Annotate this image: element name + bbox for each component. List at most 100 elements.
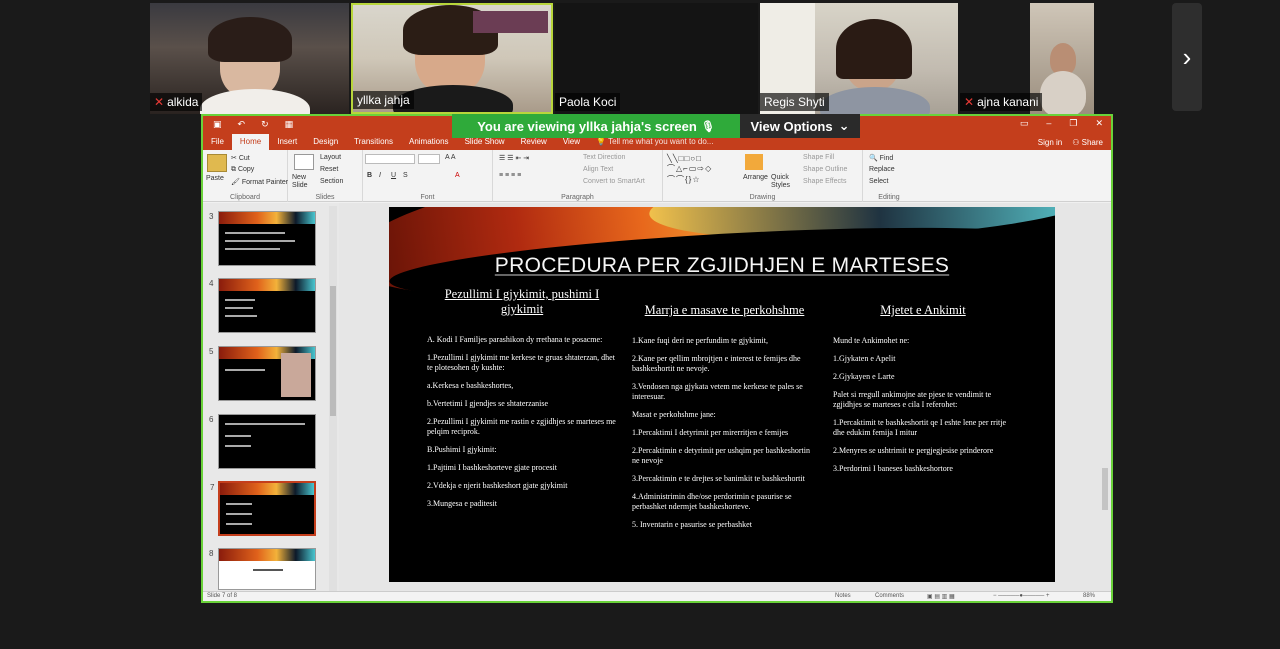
slide-thumbnail[interactable]: 6 — [209, 414, 316, 469]
new-slide-icon[interactable] — [294, 154, 314, 170]
current-slide[interactable]: PROCEDURA PER ZGJIDHJEN E MARTESES Pezul… — [389, 207, 1055, 582]
align-text-button[interactable]: Align Text — [583, 166, 613, 173]
participant-tile-ajna-kanani[interactable]: ✕ ajna kanani — [960, 3, 1094, 114]
tab-animations[interactable]: Animations — [401, 134, 457, 150]
slide-thumbnail[interactable]: 8 — [209, 548, 316, 590]
shape-fill-button[interactable]: Shape Fill — [803, 154, 834, 161]
thumbnails-scrollbar[interactable] — [329, 206, 337, 592]
thumb-line — [225, 369, 265, 371]
bullets-icon[interactable]: ☰ ☰ ⇤ ⇥ — [499, 154, 529, 162]
find-button[interactable]: 🔍 Find — [869, 154, 893, 162]
column-heading: Mjetet e Ankimit — [880, 303, 966, 317]
thumb-header — [220, 483, 314, 495]
list-item: 1.Kane fuqi deri ne perfundim te gjykimi… — [632, 336, 768, 345]
participant-tile-paola-koci[interactable]: Paola Koci — [555, 3, 758, 114]
quick-styles-button[interactable]: Quick Styles — [771, 174, 795, 190]
tab-insert[interactable]: Insert — [269, 134, 305, 150]
shape-outline-button[interactable]: Shape Outline — [803, 166, 847, 173]
tab-home[interactable]: Home — [231, 134, 270, 150]
layout-button[interactable]: Layout — [320, 154, 341, 161]
slide-thumbnail-selected[interactable]: 7 — [210, 481, 316, 536]
cut-button[interactable]: ✂ Cut — [231, 154, 250, 162]
restore-icon[interactable]: ❐ — [1069, 118, 1077, 129]
ribbon-display-icon[interactable]: ▭ — [1020, 118, 1029, 129]
close-icon[interactable]: ✕ — [1095, 118, 1103, 129]
participant-name: ✕ ajna kanani — [960, 93, 1043, 111]
arrange-icon[interactable] — [745, 154, 763, 170]
shapes-gallery[interactable]: ╲╲□□○□ ⌒△⌐▭⇨◇ ⌒⌒{}☆ — [667, 154, 712, 185]
next-page-button[interactable]: › — [1172, 3, 1202, 111]
strikethrough-icon[interactable]: S — [403, 172, 408, 179]
group-clipboard: Paste ✂ Cut ⧉ Copy 🖌 Format Painter Clip… — [203, 150, 288, 202]
view-buttons[interactable]: ▣ ▤ ▥ ▦ — [927, 593, 955, 600]
save-icon[interactable]: ▣ — [213, 119, 222, 130]
tab-design[interactable]: Design — [305, 134, 346, 150]
group-paragraph: ☰ ☰ ⇤ ⇥ ≡ ≡ ≡ ≡ Text Direction Align Tex… — [493, 150, 663, 202]
thumb-line — [225, 240, 295, 242]
notes-button[interactable]: Notes — [835, 593, 851, 599]
reset-button[interactable]: Reset — [320, 166, 338, 173]
section-button[interactable]: Section — [320, 178, 343, 185]
participant-tile-yllka-jahja[interactable]: yllka jahja — [351, 3, 553, 114]
zoom-level[interactable]: 88% — [1083, 593, 1095, 599]
zoom-slider[interactable]: − ─────●───── + — [993, 593, 1049, 599]
view-options-button[interactable]: View Options ⌄ — [740, 114, 860, 138]
convert-smartart-button[interactable]: Convert to SmartArt — [583, 178, 645, 185]
shape-effects-button[interactable]: Shape Effects — [803, 178, 846, 185]
editor-scrollbar[interactable] — [1101, 208, 1109, 586]
slide-thumbnail[interactable]: 3 — [209, 211, 316, 266]
sign-in-link[interactable]: Sign in — [1038, 138, 1062, 147]
undo-icon[interactable]: ↶ — [238, 119, 246, 130]
bold-icon[interactable]: B — [367, 172, 372, 179]
font-grow-icon[interactable]: A A — [445, 154, 456, 161]
new-slide-button[interactable]: New Slide — [292, 174, 318, 190]
font-color-icon[interactable]: A — [455, 172, 460, 179]
arrange-button[interactable]: Arrange — [743, 174, 768, 181]
paste-icon[interactable] — [207, 154, 227, 172]
format-painter-button[interactable]: 🖌 Format Painter — [231, 178, 288, 186]
scroll-thumb[interactable] — [1102, 468, 1108, 510]
participant-tile-regis-shyti[interactable]: Regis Shyti — [760, 3, 958, 114]
tab-transitions[interactable]: Transitions — [346, 134, 401, 150]
participant-name: Regis Shyti — [760, 93, 829, 111]
font-size-select[interactable] — [418, 154, 440, 164]
tab-file[interactable]: File — [203, 134, 232, 150]
slide-thumbnail[interactable]: 4 — [209, 278, 316, 333]
group-editing: 🔍 Find Replace Select Editing — [869, 154, 900, 201]
minimize-icon[interactable]: – — [1046, 118, 1051, 129]
list-item: 1.Percaktimi I detyrimit per mirerritjen… — [632, 428, 789, 437]
select-button[interactable]: Select — [869, 178, 888, 185]
share-button[interactable]: ⚇ Share — [1072, 138, 1103, 147]
replace-button[interactable]: Replace — [869, 166, 895, 173]
font-family-select[interactable] — [365, 154, 415, 164]
thumb-line — [225, 435, 251, 437]
thumb-line — [225, 248, 280, 250]
comments-button[interactable]: Comments — [875, 593, 904, 599]
participant-tile-alkida[interactable]: ✕ alkida — [150, 3, 349, 114]
list-item: 4.Administrimin dhe/ose perdorimin e pas… — [632, 492, 792, 511]
list-item: 1.Percaktimit te bashkeshortit qe I esht… — [833, 418, 1007, 437]
underline-icon[interactable]: U — [391, 172, 396, 179]
redo-icon[interactable]: ↻ — [261, 119, 269, 130]
paste-button[interactable]: Paste — [206, 175, 224, 182]
slideshow-icon[interactable]: ▦ — [285, 119, 294, 130]
brush-icon: 🖌 — [231, 179, 240, 186]
thumb-line — [225, 445, 251, 447]
slide-thumbnail[interactable]: 5 — [209, 346, 316, 401]
align-icon[interactable]: ≡ ≡ ≡ ≡ — [499, 172, 521, 179]
group-font: A A B I U S A Font — [363, 150, 493, 202]
person-icon: ⚇ — [1072, 137, 1080, 147]
thumb-line — [225, 232, 285, 234]
thumb-header — [219, 279, 315, 291]
list-item: Mund te Ankimohet ne: — [833, 336, 910, 345]
slide-thumbnails-pane: 3 4 5 6 7 8 — [203, 203, 339, 594]
thumb-header — [219, 212, 315, 224]
column-heading: Pezullimi I gjykimit, pushimi I gjykimit — [444, 287, 600, 316]
text-direction-button[interactable]: Text Direction — [583, 154, 625, 161]
scroll-thumb[interactable] — [330, 286, 336, 416]
group-slides: New Slide Layout Reset Section Slides — [288, 150, 363, 202]
chevron-right-icon: › — [1182, 41, 1192, 72]
lightbulb-icon: 💡 — [596, 137, 606, 146]
copy-button[interactable]: ⧉ Copy — [231, 166, 254, 174]
italic-icon[interactable]: I — [379, 172, 381, 179]
